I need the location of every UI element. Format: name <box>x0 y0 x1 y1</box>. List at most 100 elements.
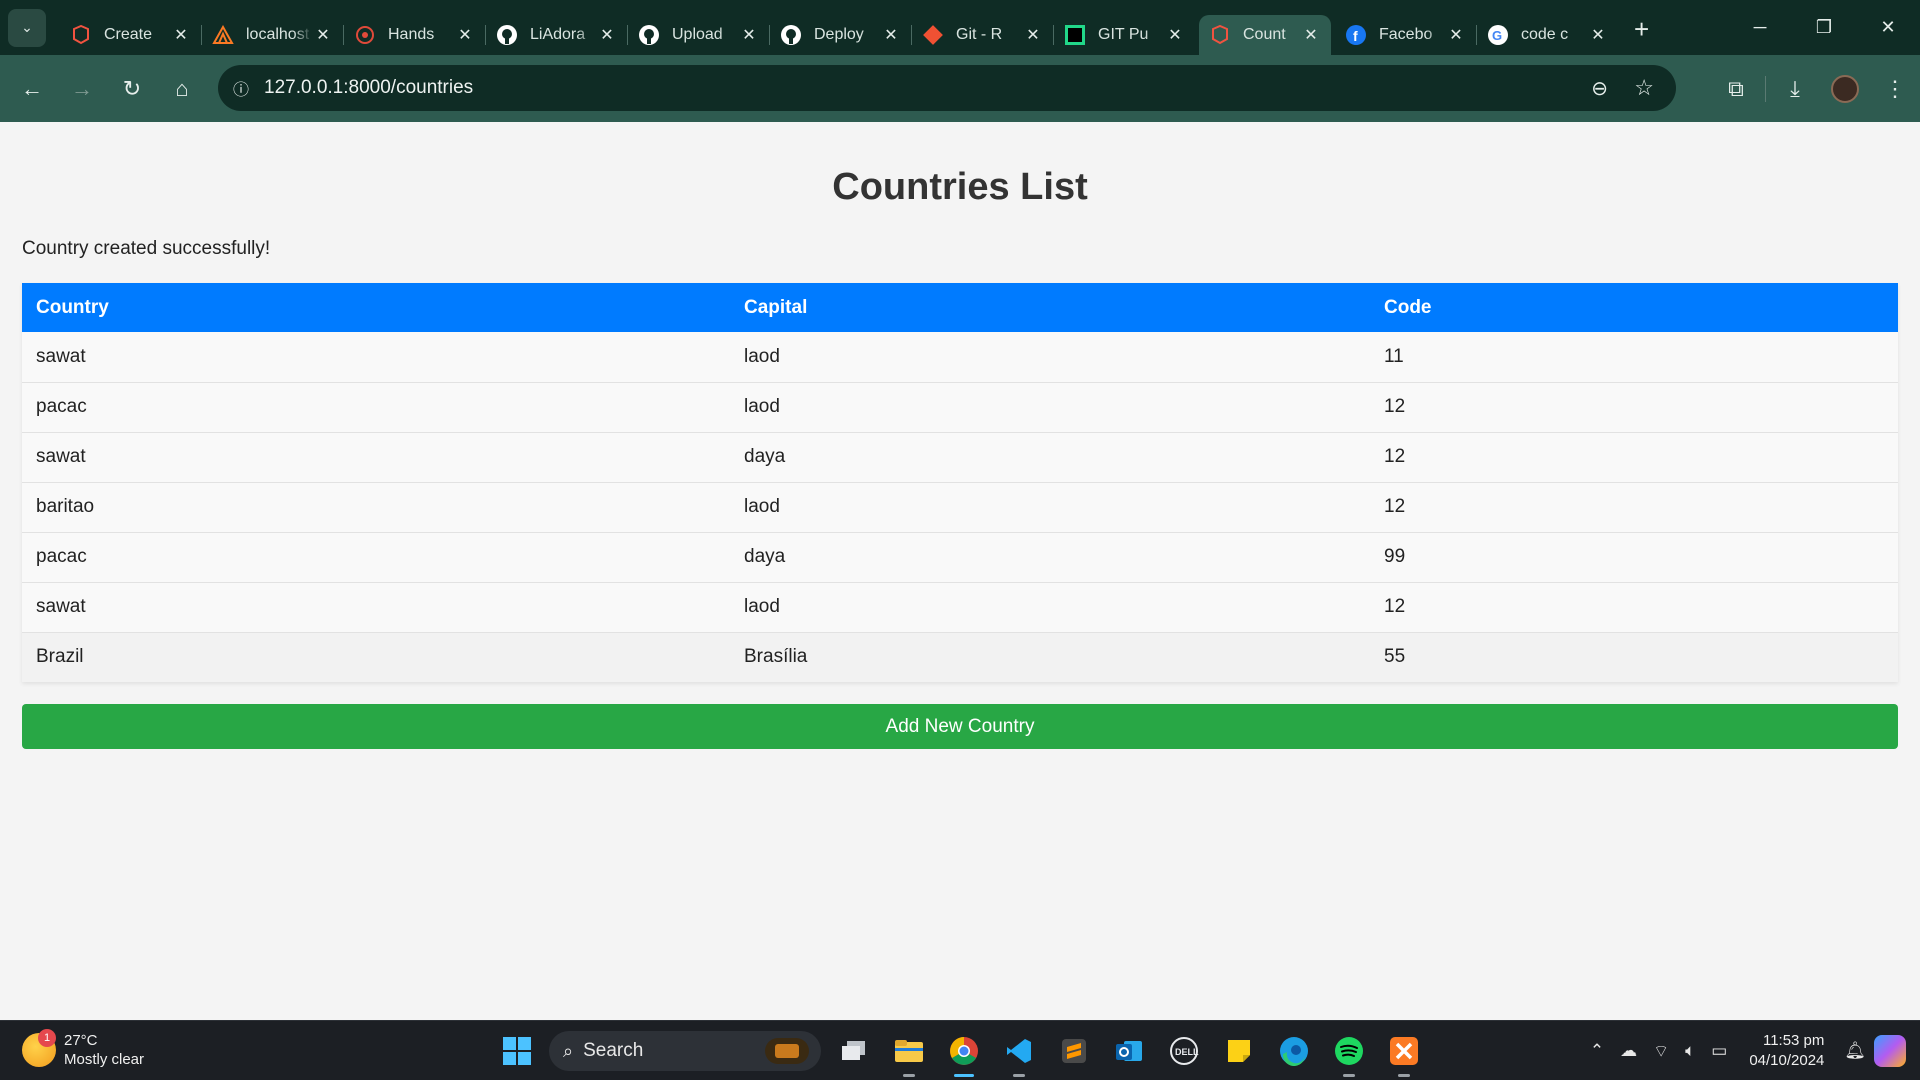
country-cell: pacac <box>22 532 730 583</box>
notification-bell-icon[interactable]: 🔔︎ <box>1844 1041 1866 1061</box>
restore-icon[interactable]: ❐ <box>1792 0 1856 55</box>
tab-title: localhost <box>246 26 310 43</box>
table-row: sawat laod 11 <box>22 332 1898 383</box>
tab-title: Upload <box>672 26 723 43</box>
file-explorer-icon[interactable] <box>887 1029 931 1077</box>
tab-7[interactable]: GIT Pu ✕ <box>1054 15 1195 55</box>
close-window-icon[interactable]: ✕ <box>1856 0 1920 55</box>
site-info-icon[interactable]: ⓘ <box>218 76 264 100</box>
back-arrow-icon[interactable]: ← <box>8 69 56 109</box>
capital-cell: laod <box>730 582 1370 633</box>
tab-title: Count <box>1243 26 1286 43</box>
taskbar: 1 27°C Mostly clear ⌕ Search DELL ⌃ ☁ ⌔ … <box>0 1020 1920 1080</box>
tab-1[interactable]: localhost ✕ <box>202 15 343 55</box>
url-text[interactable]: 127.0.0.1:8000/countries <box>264 77 473 99</box>
outlook-icon[interactable] <box>1107 1029 1151 1073</box>
weather-icon: 1 <box>22 1029 56 1067</box>
chevron-down-icon: ⌄ <box>21 19 33 35</box>
edge-icon[interactable] <box>1272 1029 1316 1073</box>
tab-9[interactable]: f Facebo ✕ <box>1335 15 1476 55</box>
home-icon[interactable]: ⌂ <box>158 69 206 109</box>
tab-10[interactable]: G code c ✕ <box>1477 15 1618 55</box>
countries-table: Country Capital Code sawat laod 11 pacac la… <box>22 283 1898 682</box>
taskbar-apps: ⌕ Search DELL <box>495 1029 1426 1077</box>
table-row: pacac daya 99 <box>22 532 1898 583</box>
svg-text:DELL: DELL <box>1175 1047 1199 1057</box>
minimize-icon[interactable]: ─ <box>1728 0 1792 55</box>
notification-badge: 1 <box>38 1029 56 1047</box>
tab-0[interactable]: Create ✕ <box>60 15 201 55</box>
close-icon[interactable]: ✕ <box>455 25 475 45</box>
copilot-icon[interactable] <box>1874 1035 1906 1067</box>
tab-title: Create <box>104 26 153 43</box>
profile-avatar[interactable] <box>1820 74 1870 103</box>
hands-icon <box>354 24 376 46</box>
forward-arrow-icon[interactable]: → <box>58 69 106 109</box>
close-icon[interactable]: ✕ <box>313 25 333 45</box>
code-cell: 12 <box>1370 582 1898 633</box>
tab-6[interactable]: Git - R ✕ <box>912 15 1053 55</box>
xampp-taskbar-icon[interactable] <box>1382 1029 1426 1077</box>
chevron-up-icon[interactable]: ⌃ <box>1590 1041 1604 1061</box>
tab-search-button[interactable]: ⌄ <box>8 8 46 47</box>
chrome-icon[interactable] <box>942 1029 986 1077</box>
windows-start-icon[interactable] <box>495 1029 539 1073</box>
battery-icon[interactable]: ▭ <box>1711 1041 1727 1061</box>
vscode-icon[interactable] <box>997 1029 1041 1077</box>
tab-2[interactable]: Hands ✕ <box>344 15 485 55</box>
close-icon[interactable]: ✕ <box>881 25 901 45</box>
pycharm-icon <box>1064 24 1086 46</box>
more-menu-icon[interactable]: ⋮ <box>1870 76 1920 102</box>
tab-5[interactable]: Deploy ✕ <box>770 15 911 55</box>
spotify-icon[interactable] <box>1327 1029 1371 1077</box>
facebook-icon: f <box>1345 24 1367 46</box>
tab-8-active[interactable]: Count ✕ <box>1199 15 1331 55</box>
task-view-icon[interactable] <box>832 1029 876 1073</box>
bookmark-star-icon[interactable]: ☆ <box>1634 75 1654 101</box>
tab-title: Hands <box>388 26 435 43</box>
tab-list: Create ✕ localhost ✕ Hands ✕ LiAdora ✕ U… <box>60 0 1649 55</box>
toolbar-actions: ⧉ ⤓ ⋮ <box>1711 55 1920 122</box>
country-cell: sawat <box>22 582 730 633</box>
clock[interactable]: 11:53 pm 04/10/2024 <box>1749 1031 1824 1071</box>
table-row: Brazil Brasília 55 <box>22 632 1898 682</box>
tab-3[interactable]: LiAdora ✕ <box>486 15 627 55</box>
capital-cell: daya <box>730 532 1370 583</box>
column-header-capital: Capital <box>730 283 1370 332</box>
wifi-icon[interactable]: ⌔ <box>1653 1041 1669 1062</box>
table-row: sawat laod 12 <box>22 582 1898 633</box>
sublime-text-icon[interactable] <box>1052 1029 1096 1073</box>
add-new-country-button[interactable]: Add New Country <box>22 704 1898 749</box>
capital-cell: laod <box>730 332 1370 383</box>
close-icon[interactable]: ✕ <box>1301 25 1321 45</box>
taskbar-search[interactable]: ⌕ Search <box>549 1031 821 1071</box>
close-icon[interactable]: ✕ <box>1023 25 1043 45</box>
tab-4[interactable]: Upload ✕ <box>628 15 769 55</box>
weather-widget[interactable]: 1 27°C Mostly clear <box>22 1029 144 1069</box>
github-icon <box>496 24 518 46</box>
new-tab-plus-icon[interactable]: + <box>1634 14 1649 45</box>
code-cell: 12 <box>1370 432 1898 483</box>
extensions-icon[interactable]: ⧉ <box>1711 76 1761 102</box>
tab-title: GIT Pu <box>1098 26 1149 43</box>
volume-icon[interactable]: 🔈︎ <box>1685 1041 1695 1061</box>
address-bar[interactable]: ⓘ 127.0.0.1:8000/countries ⊖ ☆ <box>218 65 1676 111</box>
close-icon[interactable]: ✕ <box>1588 25 1608 45</box>
onedrive-off-icon[interactable]: ☁ <box>1620 1041 1637 1061</box>
sticky-notes-icon[interactable] <box>1217 1029 1261 1073</box>
close-icon[interactable]: ✕ <box>171 25 191 45</box>
close-icon[interactable]: ✕ <box>739 25 759 45</box>
zoom-icon[interactable]: ⊖ <box>1591 76 1608 101</box>
close-icon[interactable]: ✕ <box>1446 25 1466 45</box>
close-icon[interactable]: ✕ <box>597 25 617 45</box>
download-icon[interactable]: ⤓ <box>1770 76 1820 102</box>
dell-icon[interactable]: DELL <box>1162 1029 1206 1073</box>
search-highlight-icon <box>765 1038 809 1064</box>
country-cell: sawat <box>22 432 730 483</box>
weather-text: 27°C Mostly clear <box>64 1031 144 1069</box>
close-icon[interactable]: ✕ <box>1165 25 1185 45</box>
page-title: Countries List <box>832 166 1088 208</box>
running-indicator <box>1013 1074 1025 1077</box>
capital-cell: laod <box>730 382 1370 433</box>
reload-icon[interactable]: ↻ <box>108 69 156 109</box>
